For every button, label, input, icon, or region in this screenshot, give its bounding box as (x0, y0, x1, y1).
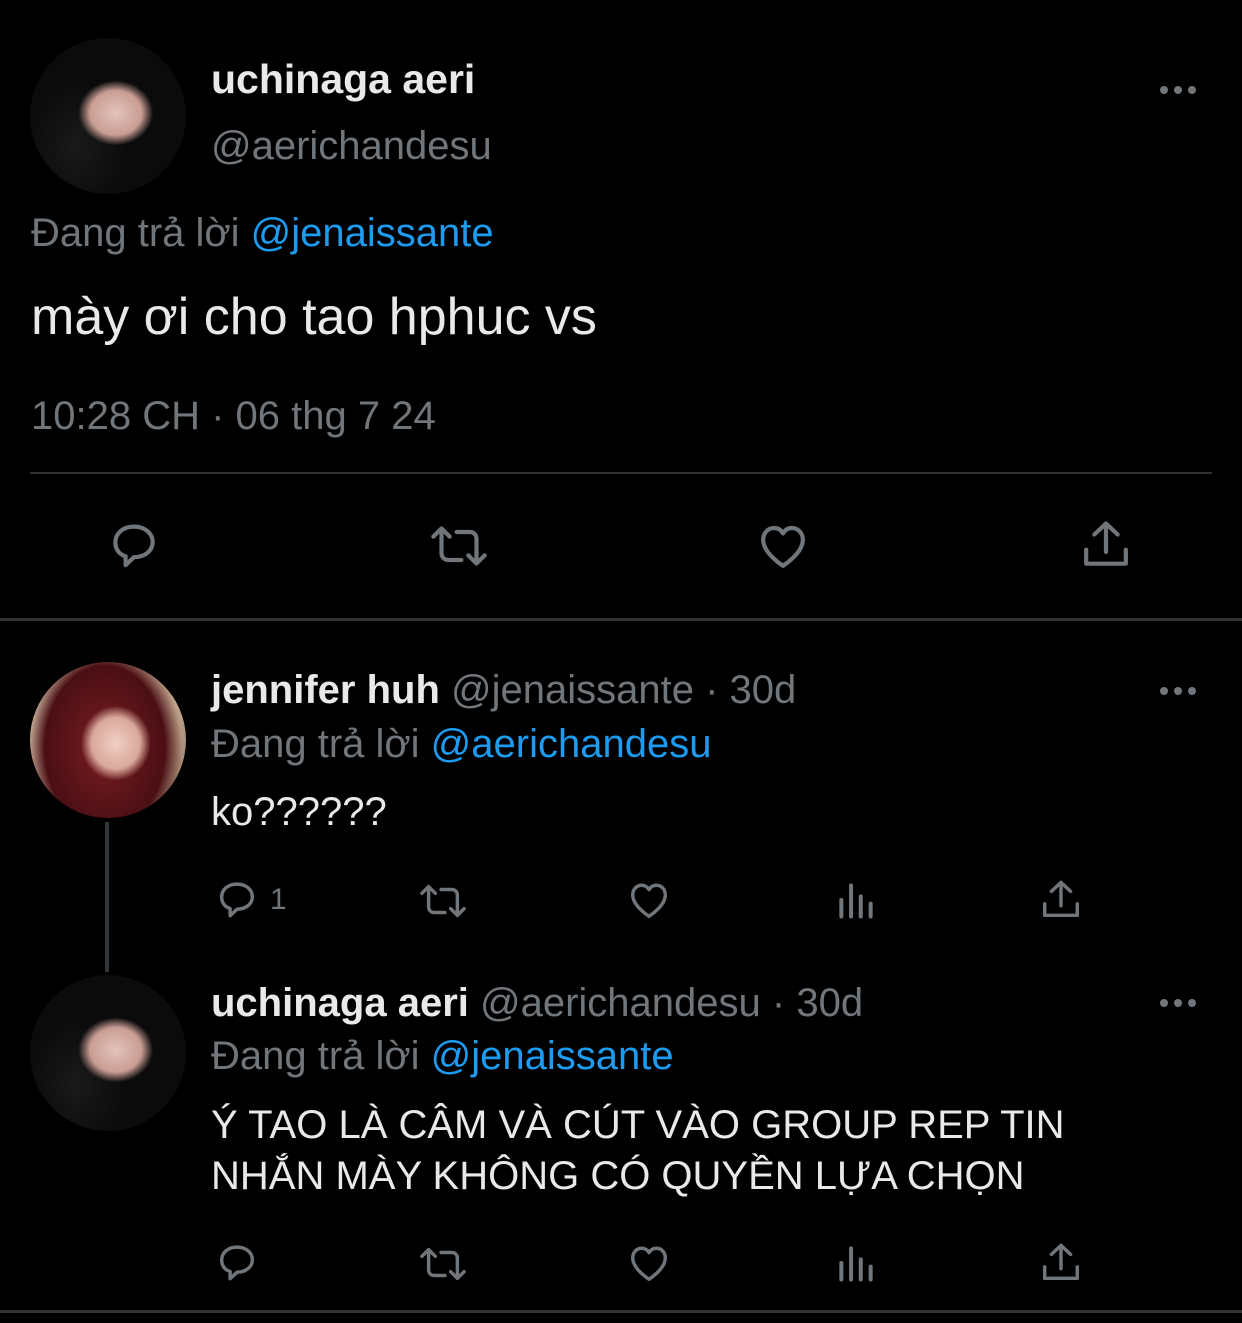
more-options-icon[interactable] (1160, 997, 1200, 1007)
section-divider (0, 618, 1242, 621)
reply-icon (113, 524, 155, 568)
retweet-icon (420, 884, 466, 918)
share-button[interactable] (1038, 1239, 1084, 1287)
tweet-text-line: NHẮN MÀY KHÔNG CÓ QUYỀN LỰA CHỌN (211, 1154, 1025, 1198)
reply-prefix: Đang trả lời (211, 1034, 420, 1078)
reply-to-handle[interactable]: @jenaissante (251, 211, 494, 255)
reply-header: uchinaga aeri @aerichandesu · 30d (211, 981, 863, 1026)
avatar[interactable] (30, 38, 186, 194)
views-icon (839, 1246, 873, 1282)
user-handle[interactable]: @aerichandesu (480, 981, 761, 1025)
more-options-icon[interactable] (1160, 685, 1200, 695)
section-divider (0, 1310, 1242, 1313)
like-button[interactable] (625, 1240, 673, 1286)
display-name[interactable]: uchinaga aeri (211, 56, 475, 103)
retweet-icon (431, 526, 487, 566)
retweet-icon (420, 1247, 466, 1281)
reply-button[interactable] (214, 1240, 260, 1286)
reply-to-handle[interactable]: @aerichandesu (431, 722, 712, 766)
like-icon (630, 883, 668, 919)
like-button[interactable] (625, 877, 673, 923)
reply-context: Đang trả lời @aerichandesu (211, 722, 711, 767)
reply-prefix: Đang trả lời (31, 211, 240, 255)
retweet-button[interactable] (428, 518, 490, 574)
display-name[interactable]: jennifer huh (211, 668, 440, 712)
reply-prefix: Đang trả lời (211, 722, 420, 766)
reply-button[interactable]: 1 (214, 877, 287, 923)
views-button[interactable] (834, 878, 878, 922)
like-button[interactable] (754, 518, 812, 574)
share-icon (1042, 1243, 1080, 1281)
share-icon (1042, 880, 1080, 918)
like-icon (761, 525, 805, 568)
user-handle[interactable]: @aerichandesu (211, 124, 492, 169)
user-handle[interactable]: @jenaissante (451, 668, 694, 712)
tweet-text-line: Ý TAO LÀ CÂM VÀ CÚT VÀO GROUP REP TIN (211, 1103, 1065, 1147)
reply-count: 1 (270, 883, 287, 916)
views-button[interactable] (834, 1241, 878, 1285)
reply-button[interactable] (106, 518, 162, 574)
thread-connector (105, 822, 109, 972)
reply-context: Đang trả lời @jenaissante (211, 1034, 674, 1079)
divider (30, 472, 1212, 474)
reply-to-handle[interactable]: @jenaissante (431, 1034, 674, 1078)
reply-header: jennifer huh @jenaissante · 30d (211, 668, 796, 713)
retweet-button[interactable] (416, 1241, 470, 1287)
reply-icon (219, 1245, 255, 1281)
tweet-text: ko?????? (211, 790, 387, 834)
views-icon (839, 883, 873, 919)
share-icon (1084, 521, 1128, 566)
tweet-text: mày ơi cho tao hphuc vs (31, 288, 597, 346)
tweet-timestamp[interactable]: 10:28 CH · 06 thg 7 24 (31, 394, 436, 439)
tweet-age[interactable]: · 30d (705, 668, 796, 712)
avatar[interactable] (30, 975, 186, 1131)
reply-icon (219, 882, 255, 918)
more-options-icon[interactable] (1160, 84, 1200, 94)
reply-context: Đang trả lời @jenaissante (31, 211, 494, 256)
share-button[interactable] (1078, 516, 1134, 574)
share-button[interactable] (1038, 876, 1084, 924)
like-icon (630, 1246, 668, 1282)
display-name[interactable]: uchinaga aeri (211, 981, 469, 1025)
tweet-age[interactable]: · 30d (772, 981, 863, 1025)
avatar[interactable] (30, 662, 186, 818)
retweet-button[interactable] (416, 878, 470, 924)
